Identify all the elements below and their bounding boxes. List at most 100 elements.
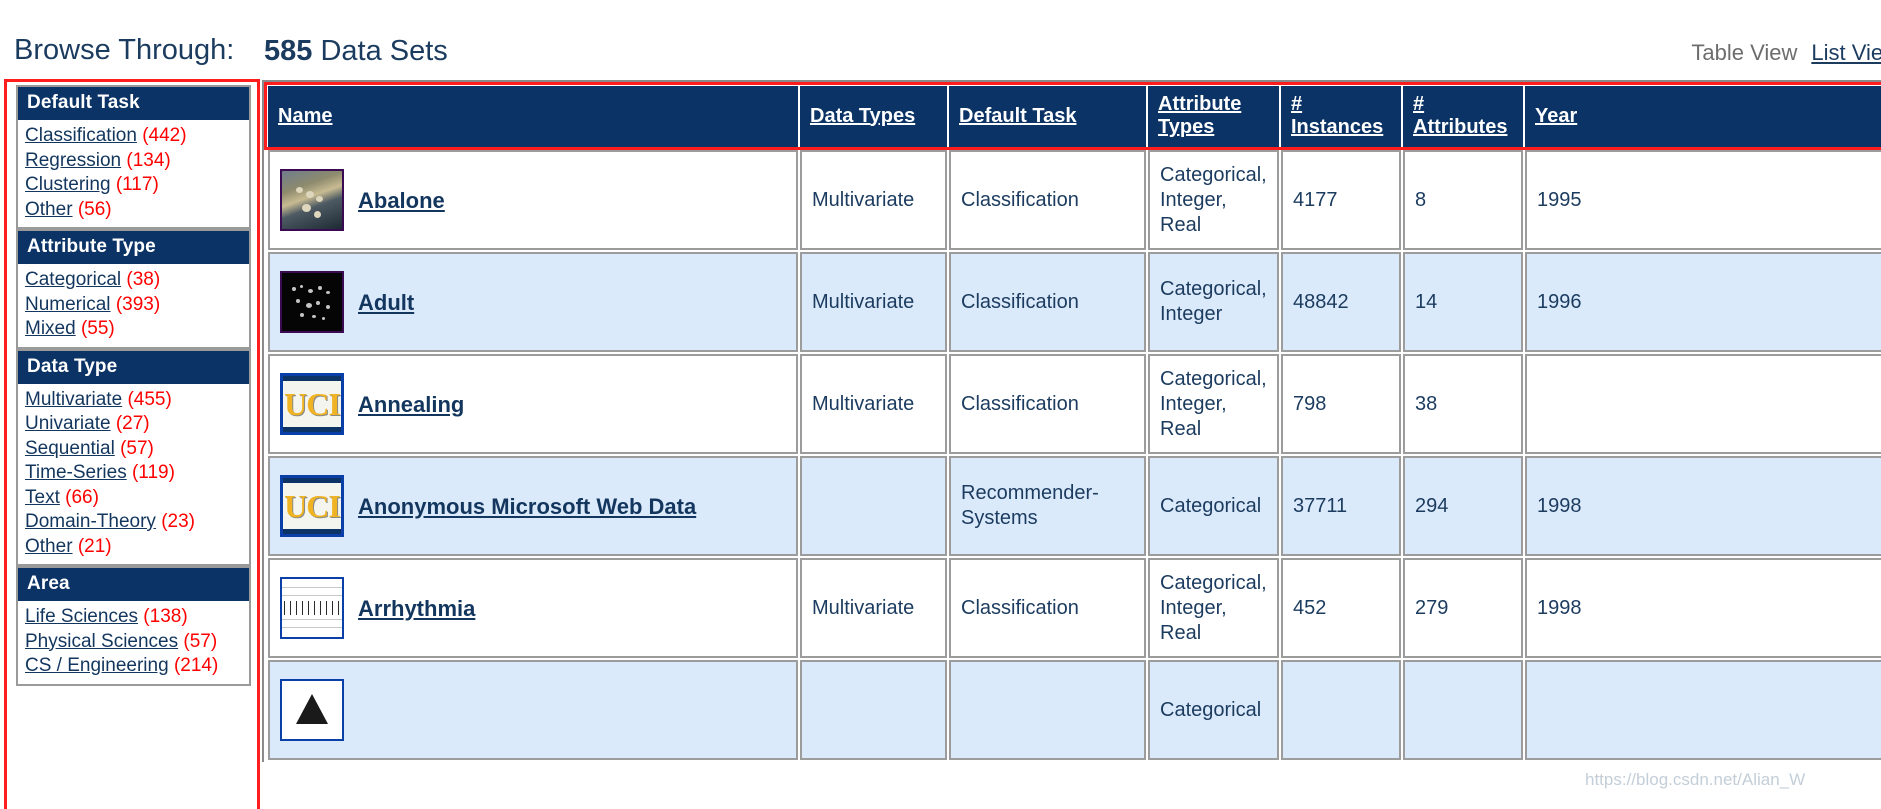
facet-section-attribute-type: Attribute Type Categorical (38) Numerica… bbox=[16, 229, 251, 349]
uci-logo-text: UCI bbox=[284, 385, 341, 422]
facet-item-label[interactable]: Life Sciences bbox=[25, 606, 138, 627]
dataset-link[interactable]: Arrhythmia bbox=[358, 596, 475, 621]
cell-year: 1998 bbox=[1525, 558, 1881, 658]
facet-item[interactable]: Multivariate (455) bbox=[25, 388, 249, 413]
column-header-instances-line1: # bbox=[1291, 93, 1303, 115]
cell-name bbox=[268, 660, 798, 760]
cell-default-task: Classification bbox=[949, 558, 1146, 658]
browse-through-label: Browse Through: bbox=[14, 34, 235, 66]
facet-item-label[interactable]: Time-Series bbox=[25, 462, 127, 483]
facet-item[interactable]: Numerical (393) bbox=[25, 293, 249, 318]
facet-item[interactable]: Other (56) bbox=[25, 198, 249, 223]
column-header-data-types-label: Data Types bbox=[810, 104, 916, 127]
facet-item-label[interactable]: Sequential bbox=[25, 438, 115, 459]
page-root: Browse Through: 585 Data Sets Table View… bbox=[0, 0, 1881, 809]
facet-item[interactable]: Domain-Theory (23) bbox=[25, 510, 249, 535]
facet-item-label[interactable]: Domain-Theory bbox=[25, 511, 156, 532]
cell-year bbox=[1525, 660, 1881, 760]
facet-item-count: (66) bbox=[65, 486, 99, 508]
column-header-data-types[interactable]: Data Types bbox=[800, 86, 947, 148]
column-header-name[interactable]: Name bbox=[268, 86, 798, 148]
column-header-name-label: Name bbox=[278, 104, 333, 127]
facet-item-count: (21) bbox=[77, 535, 112, 557]
cell-data-types: Multivariate bbox=[800, 354, 947, 454]
facet-item[interactable]: Classification (442) bbox=[25, 124, 249, 149]
facet-item-label[interactable]: Multivariate bbox=[25, 389, 122, 410]
cell-attributes: 14 bbox=[1403, 252, 1523, 352]
facet-item-label[interactable]: Univariate bbox=[25, 413, 111, 434]
cell-instances: 4177 bbox=[1281, 150, 1401, 250]
name-cell-inner: UCI Anonymous Microsoft Web Data bbox=[280, 475, 786, 537]
facet-item-label[interactable]: Other bbox=[25, 536, 73, 557]
facet-item-label[interactable]: Clustering bbox=[25, 174, 111, 195]
facet-item[interactable]: Clustering (117) bbox=[25, 173, 249, 198]
facet-item[interactable]: Sequential (57) bbox=[25, 437, 249, 462]
facet-section-default-task: Default Task Classification (442) Regres… bbox=[16, 85, 251, 229]
table-row: UCI Annealing Multivariate Classificatio… bbox=[268, 354, 1881, 454]
facet-item[interactable]: Regression (134) bbox=[25, 149, 249, 174]
facet-item-label[interactable]: Mixed bbox=[25, 318, 76, 339]
facet-item-label[interactable]: Regression bbox=[25, 150, 121, 171]
facet-item-count: (455) bbox=[127, 388, 172, 410]
facet-item-label[interactable]: Text bbox=[25, 487, 60, 508]
column-header-default-task[interactable]: Default Task bbox=[949, 86, 1146, 148]
uci-logo-text: UCI bbox=[284, 487, 341, 524]
facet-item-label[interactable]: Classification bbox=[25, 125, 137, 146]
cell-data-types: Multivariate bbox=[800, 150, 947, 250]
datasets-table-border: Name Data Types Default Task Attribute T… bbox=[262, 80, 1881, 762]
column-header-attribute-types[interactable]: Attribute Types bbox=[1148, 86, 1279, 148]
facet-item-label[interactable]: Numerical bbox=[25, 294, 111, 315]
facet-item-label[interactable]: CS / Engineering bbox=[25, 655, 169, 676]
dataset-link[interactable]: Abalone bbox=[358, 188, 445, 213]
facet-item[interactable]: Time-Series (119) bbox=[25, 461, 249, 486]
facet-item-count: (57) bbox=[183, 630, 218, 652]
facet-item[interactable]: Other (21) bbox=[25, 535, 249, 560]
facet-item[interactable]: CS / Engineering (214) bbox=[25, 654, 249, 679]
column-header-instances[interactable]: # Instances bbox=[1281, 86, 1401, 148]
facet-item[interactable]: Univariate (27) bbox=[25, 412, 249, 437]
page-header: Browse Through: 585 Data Sets Table View… bbox=[0, 34, 1881, 84]
facet-section-title: Data Type bbox=[18, 350, 249, 384]
cell-attributes: 279 bbox=[1403, 558, 1523, 658]
facet-item[interactable]: Mixed (55) bbox=[25, 317, 249, 342]
datasets-table: Name Data Types Default Task Attribute T… bbox=[266, 84, 1881, 762]
column-header-attributes[interactable]: # Attributes bbox=[1403, 86, 1523, 148]
watermark-text: https://blog.csdn.net/Alian_W bbox=[1585, 770, 1806, 789]
facet-item-label[interactable]: Categorical bbox=[25, 269, 121, 290]
dataset-link[interactable]: Anonymous Microsoft Web Data bbox=[358, 494, 696, 519]
cell-name: Adult bbox=[268, 252, 798, 352]
table-row: UCI Anonymous Microsoft Web Data Recomme… bbox=[268, 456, 1881, 556]
cell-year bbox=[1525, 354, 1881, 454]
facet-item-count: (57) bbox=[120, 437, 154, 459]
table-view-label: Table View bbox=[1691, 40, 1798, 65]
coast-photo-icon bbox=[280, 169, 344, 231]
list-view-link[interactable]: List View bbox=[1811, 40, 1881, 65]
dataset-link[interactable]: Annealing bbox=[358, 392, 464, 417]
datasets-table-container: Name Data Types Default Task Attribute T… bbox=[262, 80, 1881, 762]
facet-item[interactable]: Life Sciences (138) bbox=[25, 605, 249, 630]
facet-item-count: (138) bbox=[143, 606, 188, 627]
table-header-row: Name Data Types Default Task Attribute T… bbox=[268, 86, 1881, 148]
facet-item-label[interactable]: Physical Sciences bbox=[25, 631, 178, 652]
facet-item[interactable]: Text (66) bbox=[25, 486, 249, 511]
facet-item-count: (134) bbox=[126, 149, 171, 171]
column-header-instances-line2: Instances bbox=[1291, 116, 1384, 138]
facet-item-count: (119) bbox=[131, 462, 175, 483]
cell-attribute-types: Categorical, Integer, Real bbox=[1148, 150, 1279, 250]
dataset-link[interactable]: Adult bbox=[358, 290, 414, 315]
cell-instances: 48842 bbox=[1281, 252, 1401, 352]
cell-data-types: Multivariate bbox=[800, 252, 947, 352]
column-header-year[interactable]: Year bbox=[1525, 86, 1881, 148]
cell-attribute-types: Categorical bbox=[1148, 660, 1279, 760]
uci-logo-icon: UCI bbox=[280, 373, 344, 435]
cell-default-task bbox=[949, 660, 1146, 760]
facet-item[interactable]: Categorical (38) bbox=[25, 268, 249, 293]
facet-item[interactable]: Physical Sciences (57) bbox=[25, 630, 249, 655]
facet-list: Multivariate (455) Univariate (27) Seque… bbox=[16, 383, 251, 566]
name-cell-inner: Adult bbox=[280, 271, 786, 333]
facet-item-label[interactable]: Other bbox=[25, 199, 73, 220]
name-cell-inner: UCI Annealing bbox=[280, 373, 786, 435]
facet-list: Life Sciences (138) Physical Sciences (5… bbox=[16, 601, 251, 686]
cell-name: Arrhythmia bbox=[268, 558, 798, 658]
cell-default-task: Classification bbox=[949, 252, 1146, 352]
